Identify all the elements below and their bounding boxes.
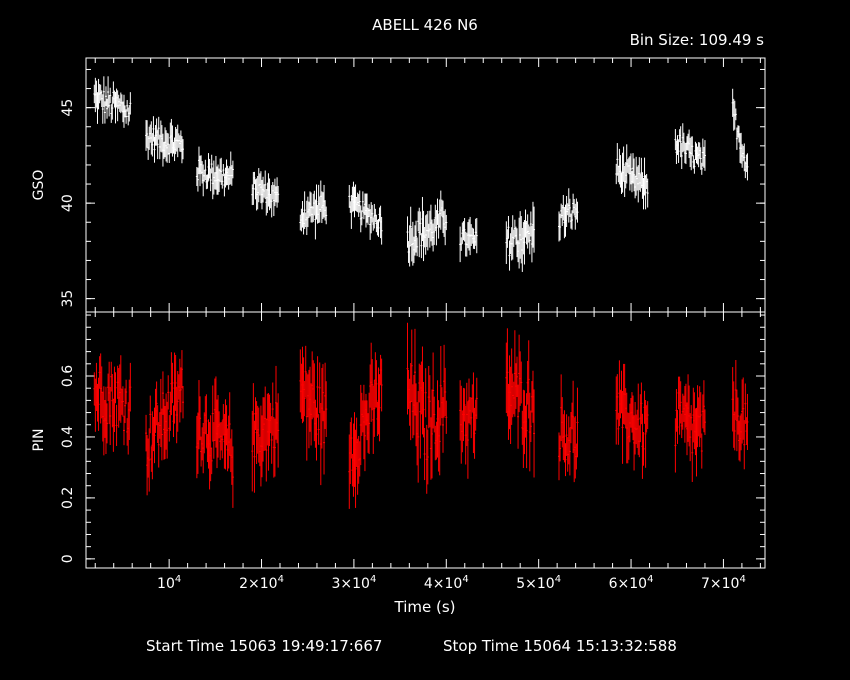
x-tick-label: 7×104 [701, 574, 746, 592]
bin-size-label: Bin Size: 109.49 s [630, 31, 765, 49]
x-tick-label: 2×104 [239, 574, 284, 592]
x-tick-label: 104 [157, 574, 181, 592]
light-curve-figure: ABELL 426 N6 Bin Size: 109.49 s 35 40 45 G… [31, 16, 766, 655]
chart-title: ABELL 426 N6 [372, 16, 478, 34]
gso-panel: 35 40 45 GSO [31, 57, 766, 313]
x-tick-label: 4×104 [424, 574, 469, 592]
pin-axis-ticks: 0 0.2 0.4 0.6 104 2×104 3×104 4×104 5×104 6×104 7×… [60, 312, 765, 592]
y-tick-label: 0.4 [60, 426, 76, 448]
start-time: Start Time 15063 19:49:17:667 [146, 637, 382, 655]
x-tick-label: 6×104 [609, 574, 654, 592]
stop-time: Stop Time 15064 15:13:32:588 [443, 637, 677, 655]
gso-axis-ticks: 35 40 45 [60, 58, 765, 312]
pin-series [93, 322, 749, 509]
x-tick-label: 5×104 [516, 574, 561, 592]
y-tick-label: 45 [60, 99, 76, 117]
gso-series [93, 76, 749, 272]
gso-y-axis-label: GSO [31, 170, 47, 201]
pin-y-axis-label: PIN [31, 428, 47, 451]
y-tick-label: 0.6 [60, 365, 76, 387]
y-tick-label: 0.2 [60, 487, 76, 509]
y-tick-label: 35 [60, 290, 76, 308]
y-tick-label: 0 [60, 554, 76, 563]
pin-panel: 0 0.2 0.4 0.6 104 2×104 3×104 4×104 5×104 6×104 7×… [31, 311, 766, 592]
y-tick-label: 40 [60, 194, 76, 212]
x-axis-label: Time (s) [394, 598, 456, 616]
gso-frame [85, 57, 766, 313]
x-tick-label: 3×104 [331, 574, 376, 592]
pin-frame [85, 311, 766, 569]
